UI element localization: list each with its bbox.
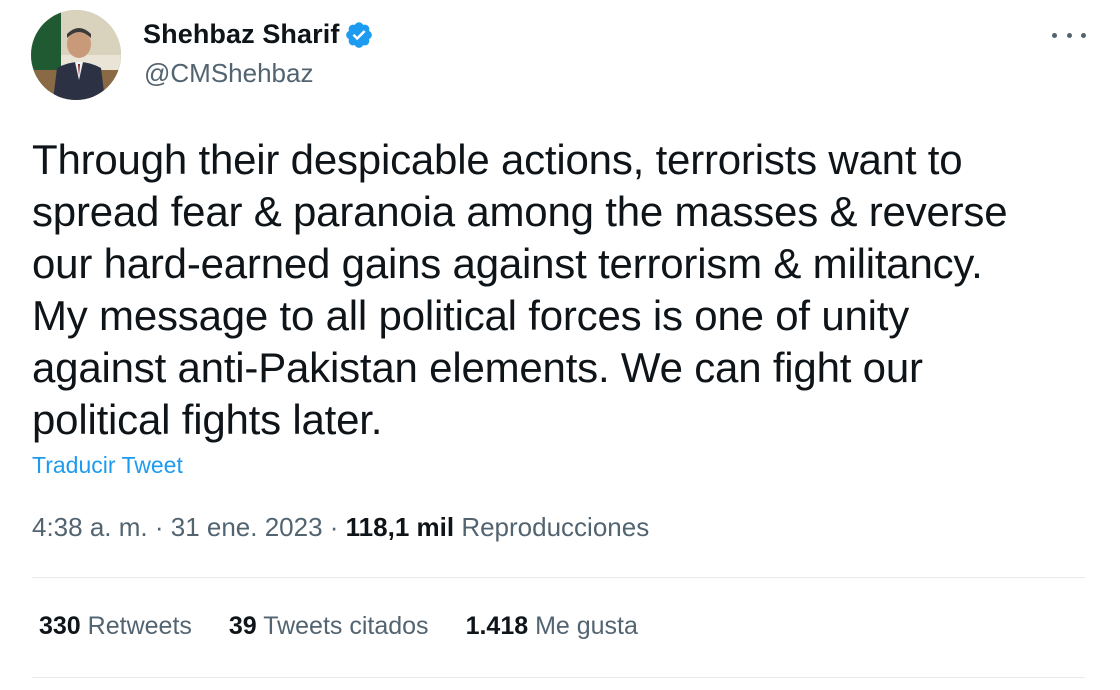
- retweets-label: Retweets: [87, 612, 192, 640]
- tweet-metadata: 4:38 a. m. · 31 ene. 2023 · 118,1 mil Re…: [32, 512, 649, 543]
- likes-stat[interactable]: 1.418 Me gusta: [466, 612, 638, 641]
- likes-label: Me gusta: [535, 612, 638, 640]
- retweets-count: 330: [39, 612, 81, 640]
- avatar[interactable]: [31, 10, 121, 100]
- tweet-date[interactable]: 31 ene. 2023: [171, 512, 323, 542]
- quote-tweets-count: 39: [228, 612, 257, 640]
- meta-separator: ·: [322, 512, 346, 542]
- retweets-stat[interactable]: 330 Retweets: [39, 612, 192, 641]
- author-display-name[interactable]: Shehbaz Sharif: [143, 19, 339, 50]
- likes-count: 1.418: [465, 612, 529, 640]
- tweet-time[interactable]: 4:38 a. m.: [32, 512, 148, 542]
- quote-tweets-stat[interactable]: 39 Tweets citados: [229, 612, 429, 641]
- more-horizontal-icon-dot: [1066, 32, 1072, 38]
- tweet-text: Through their despicable actions, terror…: [32, 136, 1008, 443]
- verified-badge-icon[interactable]: [344, 20, 374, 50]
- divider: [32, 577, 1085, 578]
- views-count: 118,1 mil: [345, 512, 455, 542]
- more-horizontal-icon-dot: [1052, 32, 1057, 38]
- avatar-photo: [31, 10, 121, 100]
- engagement-stats: 330 Retweets 39 Tweets citados 1.418 Me …: [39, 612, 675, 641]
- more-options-button[interactable]: [1052, 22, 1086, 48]
- translate-tweet-link[interactable]: Traducir Tweet: [32, 452, 183, 479]
- author-handle[interactable]: @CMShehbaz: [144, 58, 313, 89]
- author-name-row: Shehbaz Sharif: [143, 19, 374, 50]
- meta-separator: ·: [147, 512, 171, 542]
- divider: [32, 677, 1085, 678]
- quote-tweets-label: Tweets citados: [263, 612, 429, 640]
- more-horizontal-icon-dot: [1081, 32, 1086, 38]
- views-label: Reproducciones: [461, 512, 650, 542]
